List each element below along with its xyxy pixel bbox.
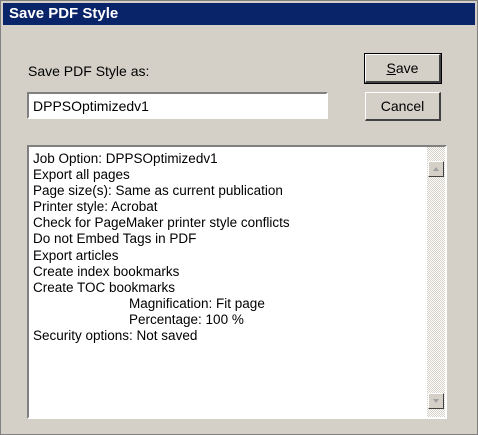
summary-line: Export articles xyxy=(33,247,119,263)
summary-line: Magnification: Fit page xyxy=(129,295,265,311)
save-pdf-style-dialog: Save PDF Style Save PDF Style as: Save C… xyxy=(0,0,478,435)
triangle-up-icon xyxy=(433,167,439,171)
style-name-input[interactable] xyxy=(27,92,328,119)
summary-line: Export all pages xyxy=(33,167,130,183)
summary-line: Check for PageMaker printer style confli… xyxy=(33,215,290,231)
summary-line: Do not Embed Tags in PDF xyxy=(33,231,197,247)
summary-line: Job Option: DPPSOptimizedv1 xyxy=(33,151,218,166)
cancel-button[interactable]: Cancel xyxy=(365,92,441,121)
summary-line: Percentage: 100 % xyxy=(129,311,244,327)
window-title: Save PDF Style xyxy=(3,3,475,25)
save-as-label: Save PDF Style as: xyxy=(28,63,150,79)
summary-line: Page size(s): Same as current publicatio… xyxy=(33,183,283,199)
summary-list: Job Option: DPPSOptimizedv1 Export all p… xyxy=(33,151,423,413)
summary-textbox[interactable]: Job Option: DPPSOptimizedv1 Export all p… xyxy=(27,145,447,419)
save-label-rest: ave xyxy=(395,60,419,76)
save-button[interactable]: Save xyxy=(364,53,442,84)
triangle-down-icon xyxy=(433,399,439,403)
summary-line: Create index bookmarks xyxy=(33,263,180,279)
summary-line: Create TOC bookmarks xyxy=(33,279,176,295)
summary-line: Printer style: Acrobat xyxy=(33,199,158,215)
vertical-scrollbar[interactable] xyxy=(427,147,445,417)
save-accelerator: S xyxy=(386,60,396,76)
scroll-up-button[interactable] xyxy=(428,161,444,177)
scroll-down-button[interactable] xyxy=(428,393,444,409)
summary-line: Security options: Not saved xyxy=(33,328,198,344)
